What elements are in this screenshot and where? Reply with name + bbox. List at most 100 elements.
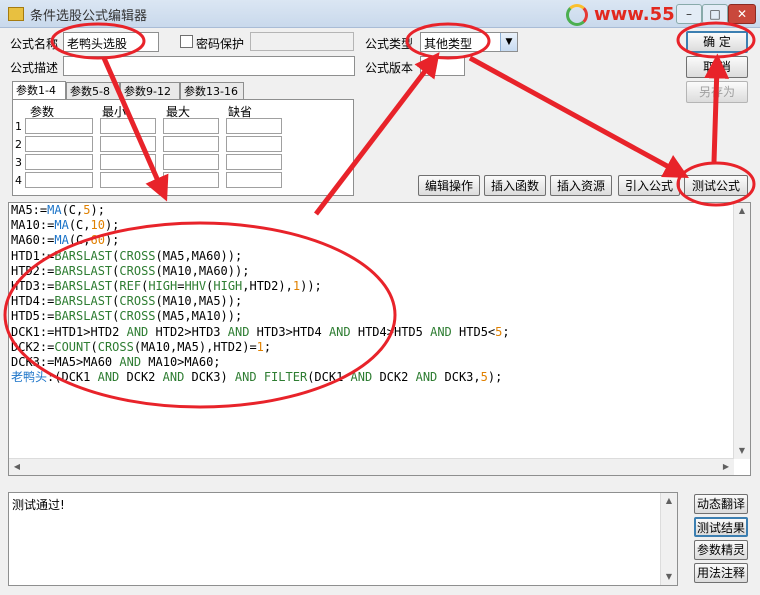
code-token: MA60:=: [11, 233, 55, 248]
code-token: BARSLAST: [54, 294, 113, 309]
maximize-button[interactable]: □: [702, 4, 728, 24]
code-token: HTD2:=: [11, 263, 55, 278]
code-token: ;: [263, 339, 272, 354]
dynamic-translate-button[interactable]: 动态翻译: [694, 494, 748, 514]
formula-desc-input[interactable]: [63, 56, 355, 76]
scroll-up-icon[interactable]: ▲: [661, 493, 677, 509]
scroll-down-icon[interactable]: ▼: [661, 569, 677, 585]
output-scrollbar[interactable]: ▲ ▼: [660, 493, 677, 585]
param-max-cell[interactable]: [163, 118, 219, 134]
code-line: MA5:=MA(C,5);: [11, 203, 510, 218]
param-name-cell[interactable]: [25, 136, 93, 152]
param-max-cell[interactable]: [163, 136, 219, 152]
param-min-cell[interactable]: [100, 118, 156, 134]
tab-params-13-16[interactable]: 参数13-16: [180, 82, 244, 100]
insert-function-button[interactable]: 插入函数: [484, 175, 546, 196]
code-token: DCK3): [184, 370, 235, 385]
code-token: FILTER: [263, 370, 308, 385]
tab-params-1-4[interactable]: 参数1-4: [12, 81, 66, 101]
test-output-text: 测试通过!: [12, 498, 65, 512]
code-line: MA10:=MA(C,10);: [11, 218, 510, 233]
scroll-up-icon[interactable]: ▲: [734, 203, 750, 219]
code-token: BARSLAST: [54, 309, 113, 324]
code-token: MA: [54, 233, 69, 248]
param-row-number: 1: [15, 120, 22, 133]
usage-notes-button[interactable]: 用法注释: [694, 563, 748, 583]
param-row-number: 3: [15, 156, 22, 169]
param-wizard-button[interactable]: 参数精灵: [694, 540, 748, 560]
formula-name-input[interactable]: 老鸭头选股: [63, 32, 159, 52]
test-formula-button[interactable]: 测试公式: [684, 175, 748, 196]
import-formula-button[interactable]: 引入公式: [618, 175, 680, 196]
tab-params-5-8[interactable]: 参数5-8: [66, 82, 120, 100]
code-editor[interactable]: MA5:=MA(C,5); MA10:=MA(C,10); MA60:=MA(C,6…: [8, 202, 751, 476]
vertical-scrollbar[interactable]: ▲ ▼: [733, 203, 750, 459]
code-token: MA: [54, 218, 69, 233]
code-token: (MA10,MA5));: [155, 294, 243, 309]
code-token: (MA5,MA60));: [155, 248, 243, 263]
code-token: HTD4>HTD5: [350, 324, 431, 339]
cancel-button[interactable]: 取 消: [686, 56, 748, 78]
param-min-cell[interactable]: [100, 136, 156, 152]
code-token: ,HTD2),: [242, 278, 293, 293]
param-max-cell[interactable]: [163, 154, 219, 170]
code-token: 1: [256, 339, 264, 354]
code-token: );: [487, 370, 503, 385]
chevron-down-icon[interactable]: ▼: [500, 33, 517, 51]
scroll-left-icon[interactable]: ◀: [9, 459, 25, 475]
code-line: DCK3:=MA5>MA60 AND MA10>MA60;: [11, 355, 510, 370]
app-icon: [8, 7, 24, 21]
code-token: AND: [162, 370, 185, 385]
param-name-cell[interactable]: [25, 172, 93, 188]
code-line: MA60:=MA(C,60);: [11, 233, 510, 248]
code-token: 老鸭头: [11, 370, 48, 385]
ok-button[interactable]: 确 定: [686, 31, 748, 53]
code-token: AND: [328, 324, 351, 339]
close-window-button[interactable]: ✕: [728, 4, 756, 24]
tab-params-9-12[interactable]: 参数9-12: [120, 82, 180, 100]
code-token: );: [90, 203, 105, 217]
test-output-box[interactable]: 测试通过! ▲ ▼: [8, 492, 678, 586]
code-token: HIGH: [213, 278, 243, 293]
code-token: CROSS: [119, 294, 156, 309]
code-token: MA5:=: [11, 203, 48, 217]
param-default-cell[interactable]: [226, 172, 282, 188]
code-token: BARSLAST: [54, 248, 113, 263]
param-default-cell[interactable]: [226, 136, 282, 152]
code-line: 老鸭头:(DCK1 AND DCK2 AND DCK3) AND FILTER(…: [11, 370, 510, 385]
formula-version-input[interactable]: 0: [420, 56, 465, 76]
code-token: AND: [350, 370, 373, 385]
param-max-cell[interactable]: [163, 172, 219, 188]
param-name-cell[interactable]: [25, 118, 93, 134]
save-as-button: 另存为: [686, 81, 748, 103]
code-token: REF: [119, 278, 142, 293]
scroll-down-icon[interactable]: ▼: [734, 443, 750, 459]
insert-resource-button[interactable]: 插入资源: [550, 175, 612, 196]
password-checkbox[interactable]: [180, 35, 193, 48]
param-name-cell[interactable]: [25, 154, 93, 170]
code-token: (MA10,MA5),HTD2)=: [133, 339, 257, 354]
param-default-cell[interactable]: [226, 118, 282, 134]
code-token: HHV: [184, 278, 207, 293]
scroll-right-icon[interactable]: ▶: [718, 459, 734, 475]
param-row-number: 2: [15, 138, 22, 151]
window-title: 条件选股公式编辑器: [30, 9, 148, 24]
code-token: CROSS: [119, 248, 156, 263]
param-min-cell[interactable]: [100, 172, 156, 188]
edit-operation-button[interactable]: 编辑操作: [418, 175, 480, 196]
formula-type-value: 其他类型: [424, 37, 473, 51]
code-token: MA10>MA60;: [141, 354, 221, 369]
code-line: DCK2:=COUNT(CROSS(MA10,MA5),HTD2)=1;: [11, 340, 510, 355]
param-min-cell[interactable]: [100, 154, 156, 170]
code-token: (C,: [68, 233, 91, 248]
code-token: );: [104, 218, 120, 233]
code-token: MA: [47, 203, 62, 217]
code-token: HTD3>HTD4: [249, 324, 329, 339]
test-result-button[interactable]: 测试结果: [694, 517, 748, 537]
code-token: AND: [415, 370, 438, 385]
param-default-cell[interactable]: [226, 154, 282, 170]
code-text[interactable]: MA5:=MA(C,5); MA10:=MA(C,10); MA60:=MA(C,6…: [11, 203, 510, 385]
horizontal-scrollbar[interactable]: ◀ ▶: [9, 458, 734, 475]
arrow-type-to-test: [468, 55, 689, 179]
minimize-button[interactable]: –: [676, 4, 702, 24]
